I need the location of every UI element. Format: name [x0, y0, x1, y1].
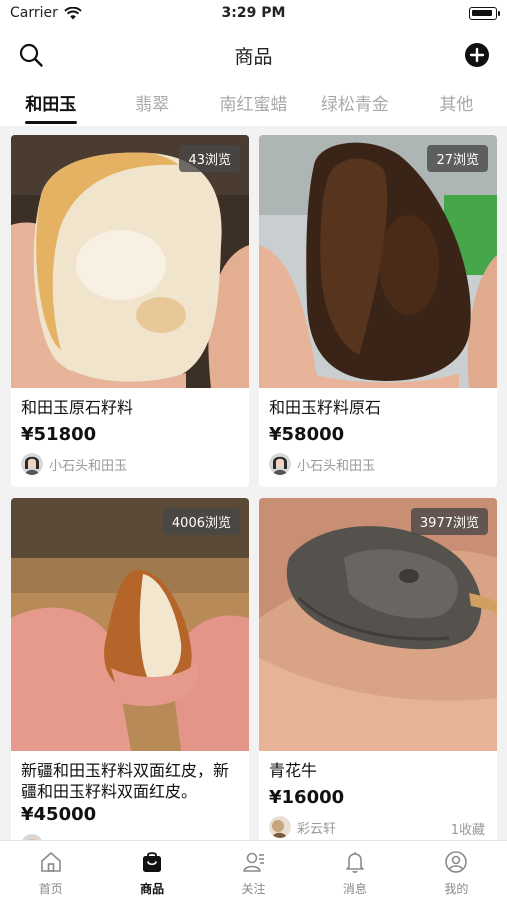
view-count-badge: 27浏览	[427, 145, 488, 172]
tab-profile[interactable]: 我的	[406, 841, 507, 900]
tab-other[interactable]: 其他	[406, 78, 507, 126]
product-name: 青花牛	[269, 761, 318, 780]
seller-info[interactable]: 小石头和田玉	[269, 453, 375, 475]
product-photo	[11, 498, 249, 751]
tab-home-label: 首页	[38, 882, 63, 896]
product-card[interactable]: 27浏览 和田玉籽料原石 ¥58000 小石头和田玉	[259, 135, 497, 487]
product-card[interactable]: 4006浏览 新疆和田玉籽料双面红皮，新疆和田玉籽料双面红皮。 ¥45000	[11, 498, 249, 840]
add-icon[interactable]	[465, 43, 489, 67]
product-card[interactable]: 43浏览 和田玉原石籽料 ¥51800 小石头和田玉	[11, 135, 249, 487]
product-card[interactable]: 3977浏览 青花牛 ¥16000 彩云轩 1收藏	[259, 498, 497, 840]
nav-bar: 商品	[0, 28, 507, 78]
tab-turquoise-lapis[interactable]: 绿松青金	[304, 78, 405, 126]
tab-products-label: 商品	[140, 882, 165, 896]
page-title: 商品	[234, 46, 273, 68]
seller-info[interactable]: 彩云轩	[269, 816, 336, 838]
product-photo	[259, 498, 497, 751]
tab-products[interactable]: 商品	[101, 841, 202, 900]
home-icon	[40, 852, 61, 872]
tab-nanhong-amber[interactable]: 南红蜜蜡	[203, 78, 304, 126]
seller-name: 彩云轩	[297, 821, 337, 837]
category-tabs: 和田玉 翡翠 南红蜜蜡 绿松青金 其他	[0, 78, 507, 126]
bell-icon	[346, 852, 364, 873]
product-grid: 43浏览 和田玉原石籽料 ¥51800 小石头和田玉 27浏览 和田玉籽料原石 …	[0, 126, 507, 840]
tab-jadeite[interactable]: 翡翠	[101, 78, 202, 126]
bottom-tab-bar: 首页 商品 关注 消息 我的	[0, 840, 507, 900]
view-count-badge: 4006浏览	[162, 508, 240, 535]
seller-name: 小石头和田玉	[297, 458, 376, 474]
tab-messages-label: 消息	[342, 882, 367, 896]
product-name: 和田玉原石籽料	[21, 398, 134, 417]
product-photo	[259, 135, 497, 388]
shopping-bag-icon	[143, 852, 162, 872]
tab-messages[interactable]: 消息	[304, 841, 405, 900]
follow-user-icon	[242, 852, 264, 872]
product-name: 新疆和田玉籽料双面红皮，新疆和田玉籽料双面红皮。	[21, 761, 230, 801]
seller-info[interactable]: 小石头和田玉	[21, 453, 127, 475]
product-price: ¥58000	[269, 424, 345, 445]
product-price: ¥16000	[269, 787, 345, 808]
product-name: 和田玉籽料原石	[269, 398, 382, 417]
tab-hetian-jade[interactable]: 和田玉	[0, 78, 101, 126]
tab-follow[interactable]: 关注	[203, 841, 304, 900]
tab-follow-label: 关注	[241, 882, 266, 896]
tab-home[interactable]: 首页	[0, 841, 101, 900]
clock: 3:29 PM	[221, 5, 286, 21]
product-price: ¥51800	[21, 424, 97, 445]
status-bar: Carrier 3:29 PM	[0, 0, 507, 28]
view-count-badge: 3977浏览	[410, 508, 488, 535]
profile-icon	[445, 851, 468, 873]
avatar	[269, 816, 291, 838]
avatar	[269, 453, 291, 475]
product-photo	[11, 135, 249, 388]
seller-name: 小石头和田玉	[49, 458, 128, 474]
tab-profile-label: 我的	[444, 882, 469, 896]
avatar	[21, 453, 43, 475]
battery-icon	[469, 7, 500, 20]
favorite-count: 1收藏	[450, 823, 485, 838]
view-count-badge: 43浏览	[179, 145, 240, 172]
product-price: ¥45000	[21, 804, 97, 825]
